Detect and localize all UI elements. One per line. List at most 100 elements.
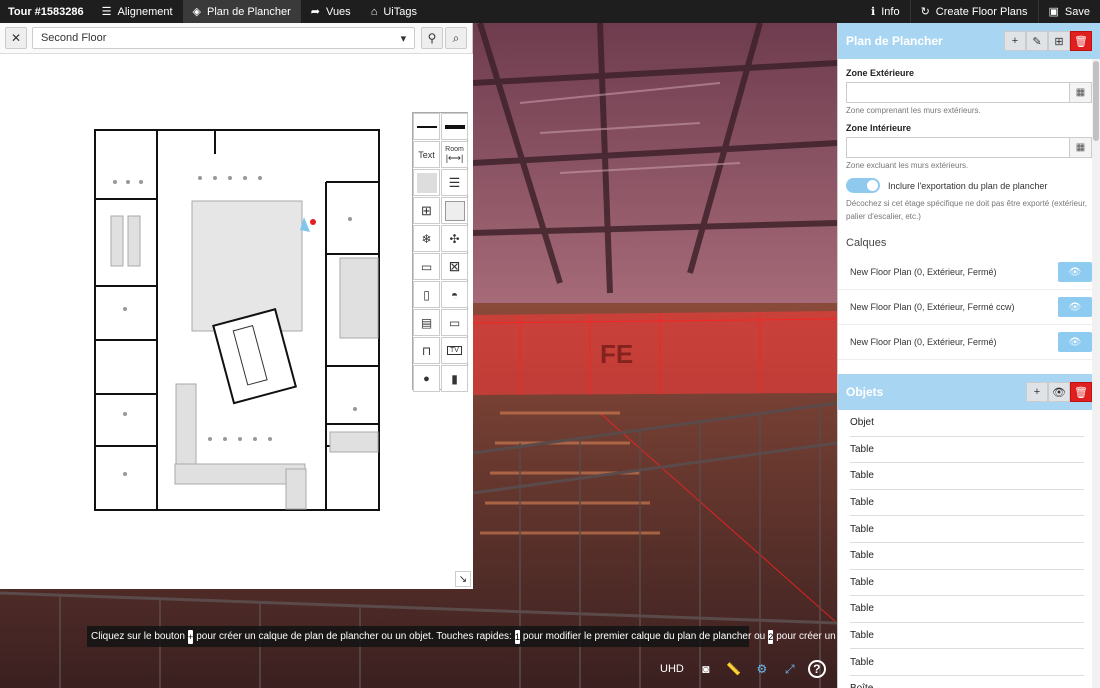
list-item[interactable]: Table [850,623,1084,650]
nav-alignement[interactable]: ☰ Alignement [92,0,183,23]
objects-visibility-button[interactable]: 👁 [1048,382,1070,402]
floorplan-drawing [94,129,380,511]
nav-uitags[interactable]: ⌂ UiTags [361,0,427,23]
layer-item[interactable]: New Floor Plan (0, Extérieur, Fermé ccw)… [838,290,1100,325]
toggle-visibility-button[interactable]: 👁 [1058,262,1092,282]
section-title: Plan de Plancher [846,34,943,48]
floorplan-editor: ✕ Second Floor ▾ ⚲ ⌕ Text Room |⟷| ☰ ⊞ ❄… [0,23,473,589]
settings-icon[interactable]: ⚙ [752,659,772,679]
pin-icon: ⚲ [427,31,437,45]
tag-icon: ⌂ [370,5,378,18]
list-item[interactable]: Objet [850,410,1084,437]
shortcut-key-2: 2 [768,629,774,644]
fridge-icon: ▯ [423,287,430,302]
layer-item[interactable]: New Floor Plan (0, Extérieur, Fermé) 👁 [838,325,1100,360]
fan-icon: ❄ [421,231,432,246]
layer-item[interactable]: New Floor Plan (0, Extérieur, Fermé) 👁 [838,255,1100,290]
car-icon: ▮ [451,371,458,386]
palette-room[interactable]: Room |⟷| [441,141,468,168]
desk-icon: ⊓ [421,343,432,358]
toggle-visibility-button[interactable]: 👁 [1058,297,1092,317]
scrollbar-thumb[interactable] [1093,61,1099,141]
exterior-area-input[interactable] [846,82,1070,103]
pano-controls: UHD ◙ 📏 ⚙ ⤢ ? [660,658,826,680]
help-icon[interactable]: ? [807,660,826,678]
include-export-help: Décochez si cet étage spécifique ne doit… [846,199,1088,221]
eye-icon: 👁 [1068,266,1082,278]
palette-washer[interactable]: ▤ [413,309,440,336]
list-item[interactable]: Boîte [850,676,1084,688]
counter-icon [444,200,465,221]
palette-lamp[interactable]: ● [413,365,440,392]
close-button[interactable]: ✕ [5,27,27,49]
pin-button[interactable]: ⚲ [421,27,444,49]
nav-plan-de-plancher[interactable]: ◈ Plan de Plancher [182,0,301,23]
grid-button[interactable]: ⊞ [1048,31,1070,51]
palette-tv[interactable]: TV [441,337,468,364]
fullscreen-icon[interactable]: ⤢ [780,659,800,679]
list-item[interactable]: Table [850,570,1084,597]
interior-area-input[interactable] [846,137,1070,158]
palette-desk[interactable]: ⊓ [413,337,440,364]
palette-thin-wall[interactable] [413,113,440,140]
floor-tile-icon [416,172,437,193]
interior-label: Zone Intérieure [846,123,912,133]
palette-sink[interactable]: ▭ [413,253,440,280]
sink-icon: ▭ [420,259,433,274]
palette-car[interactable]: ▮ [441,365,468,392]
grid-icon: ⊞ [1054,35,1064,48]
expand-button[interactable]: ↘ [455,571,471,587]
list-item[interactable]: Table [850,596,1084,623]
palette-box[interactable]: ⊠ [441,253,468,280]
zoom-button[interactable]: ⌕ [445,27,467,49]
thin-wall-icon [416,125,437,128]
palette-bath[interactable]: ▭ [441,309,468,336]
floor-select[interactable]: Second Floor ▾ [31,27,416,49]
bath-icon: ▭ [448,315,461,330]
delete-floorplan-button[interactable]: 🗑 [1070,31,1092,51]
edit-button[interactable]: ✎ [1026,31,1048,51]
floorplan-toolbar: ✕ Second Floor ▾ ⚲ ⌕ [0,23,472,54]
exterior-calc-button[interactable]: ▦ [1070,82,1092,103]
refresh-icon: ↻ [920,6,930,18]
palette-table[interactable]: ✣ [441,225,468,252]
list-item[interactable]: Table [850,437,1084,464]
interior-help: Zone excluant les murs extérieurs. [846,161,969,170]
create-floor-plans-button[interactable]: ↻ Create Floor Plans [909,0,1038,23]
palette-toilet[interactable]: ◓ [441,281,468,308]
interior-calc-button[interactable]: ▦ [1070,137,1092,158]
palette-text[interactable]: Text [413,141,440,168]
arrow-diagonal-icon: ↘ [458,573,468,585]
list-icon: ☰ [101,6,112,18]
measure-tool-icon[interactable]: 📏 [724,659,744,679]
delete-objects-button[interactable]: 🗑 [1070,382,1092,402]
save-button[interactable]: ▣ Save [1037,0,1100,23]
add-layer-button[interactable]: + [1004,31,1026,51]
palette-fan[interactable]: ❄ [413,225,440,252]
camera-icon[interactable]: ◙ [696,659,716,679]
close-icon: ✕ [10,31,21,45]
info-button[interactable]: ℹ Info [861,0,910,23]
panel-scrollbar[interactable] [1092,59,1100,688]
palette-stove[interactable]: ⊞ [413,197,440,224]
list-item[interactable]: Table [850,463,1084,490]
object-palette: Text Room |⟷| ☰ ⊞ ❄ ✣ ▭ ⊠ ▯ ◓ ▤ ▭ ⊓ TV ● … [412,112,468,392]
stove-icon: ⊞ [421,202,432,218]
toggle-visibility-button[interactable]: 👁 [1058,332,1092,352]
palette-floor[interactable] [413,169,440,196]
list-item[interactable]: Table [850,516,1084,543]
include-export-toggle[interactable] [846,178,880,193]
palette-thick-wall[interactable] [441,113,468,140]
list-item[interactable]: Table [850,649,1084,676]
zoom-icon: ⌕ [452,30,460,45]
palette-counter[interactable] [441,197,468,224]
palette-fridge[interactable]: ▯ [413,281,440,308]
uhd-toggle[interactable]: UHD [660,659,684,679]
floorplan-canvas[interactable]: Text Room |⟷| ☰ ⊞ ❄ ✣ ▭ ⊠ ▯ ◓ ▤ ▭ ⊓ TV ● … [0,54,473,589]
objects-title: Objets [846,385,884,399]
palette-stairs[interactable]: ☰ [441,169,468,196]
list-item[interactable]: Table [850,490,1084,517]
nav-vues[interactable]: ➦ Vues [301,0,361,23]
add-object-button[interactable]: + [1026,382,1048,402]
list-item[interactable]: Table [850,543,1084,570]
